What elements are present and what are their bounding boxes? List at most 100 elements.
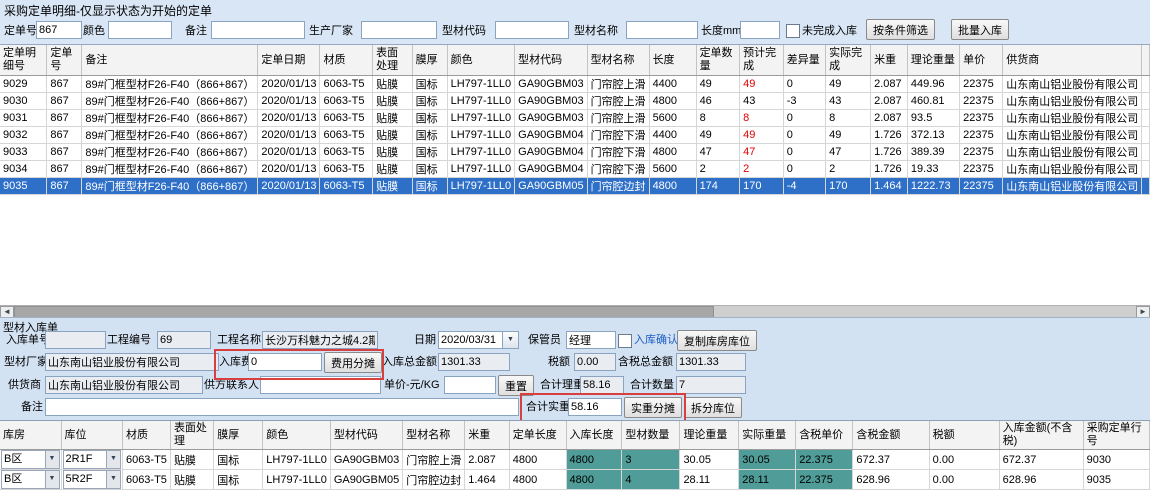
total-amount-input[interactable] <box>438 353 510 371</box>
column-header[interactable]: 入库长度 <box>566 421 622 450</box>
column-header[interactable]: 型材数量 <box>622 421 680 450</box>
fee-input[interactable] <box>248 353 322 371</box>
column-header[interactable]: 预计完成 <box>740 45 784 76</box>
actual-allocate-button[interactable]: 实重分摊 <box>624 397 682 418</box>
project-no-input[interactable] <box>157 331 211 349</box>
column-header[interactable]: 膜厚 <box>412 45 447 76</box>
total-theoretical-input[interactable] <box>580 376 624 394</box>
column-header[interactable]: 采购定单行号 <box>1083 421 1149 450</box>
tax-input[interactable] <box>574 353 616 371</box>
cell: 9030 <box>1083 450 1149 470</box>
column-header[interactable]: 含税单价 <box>796 421 853 450</box>
table-row[interactable]: B区▼5R2F▼6063-T5贴膜国标LH797-1LL0GA90GBM05门帘… <box>0 470 1150 490</box>
cell: 山东南山铝业股份有限公司 <box>1003 110 1142 127</box>
column-header[interactable]: 定单数量 <box>696 45 740 76</box>
table-row[interactable]: 903186789#门框型材F26-F40（866+867）2020/01/13… <box>0 110 1150 127</box>
project-name-input[interactable] <box>262 331 378 349</box>
length-input[interactable] <box>740 21 780 39</box>
date-picker-dropdown-icon[interactable]: ▼ <box>502 331 519 349</box>
column-header[interactable]: 实际完成 <box>826 45 871 76</box>
location-combo[interactable]: B区▼ <box>0 470 61 490</box>
column-header[interactable]: 税额 <box>929 421 999 450</box>
maker-input[interactable] <box>361 21 437 39</box>
chevron-down-icon[interactable]: ▼ <box>106 471 120 488</box>
unit-price-input[interactable] <box>444 376 496 394</box>
manufacturer-input[interactable] <box>45 353 219 371</box>
column-header[interactable]: 理论重量 <box>907 45 959 76</box>
cell: LH797-1LL0 <box>447 161 515 178</box>
column-header[interactable]: 材质 <box>122 421 170 450</box>
column-header[interactable]: 供货商 <box>1003 45 1142 76</box>
column-header[interactable]: 型材代码 <box>330 421 402 450</box>
column-header[interactable]: 颜色 <box>447 45 515 76</box>
confirm-checkbox[interactable] <box>618 334 632 348</box>
chevron-down-icon[interactable]: ▼ <box>106 451 120 468</box>
location-combo[interactable]: B区▼ <box>0 450 61 470</box>
location-combo[interactable]: 5R2F▼ <box>61 470 122 490</box>
column-header[interactable]: 型材代码 <box>515 45 587 76</box>
filter-button[interactable]: 按条件筛选 <box>866 19 935 40</box>
table-row[interactable]: 903486789#门框型材F26-F40（866+867）2020/01/13… <box>0 161 1150 178</box>
cell: 山东南山铝业股份有限公司 <box>1003 93 1142 110</box>
table-row[interactable]: 903286789#门框型材F26-F40（866+867）2020/01/13… <box>0 127 1150 144</box>
batch-inbound-button[interactable]: 批量入库 <box>951 19 1009 40</box>
column-header[interactable]: 表面处理 <box>373 45 413 76</box>
unfinished-checkbox[interactable] <box>786 24 800 38</box>
column-header[interactable]: 差异量 <box>783 45 825 76</box>
table-row[interactable]: 903086789#门框型材F26-F40（866+867）2020/01/13… <box>0 93 1150 110</box>
column-header[interactable]: 表面处理 <box>170 421 213 450</box>
reset-button[interactable]: 重置 <box>498 375 534 396</box>
table-row[interactable]: B区▼2R1F▼6063-T5贴膜国标LH797-1LL0GA90GBM03门帘… <box>0 450 1150 470</box>
column-header[interactable]: 材质 <box>320 45 373 76</box>
date-input[interactable] <box>438 331 504 349</box>
fee-allocate-button[interactable]: 费用分摊 <box>324 352 382 373</box>
remark-input[interactable] <box>211 21 305 39</box>
total-actual-input[interactable] <box>568 398 622 416</box>
keeper-input[interactable] <box>566 331 616 349</box>
total-with-tax-input[interactable] <box>676 353 746 371</box>
column-header[interactable]: 库房 <box>0 421 61 450</box>
column-header[interactable]: 型材名称 <box>403 421 465 450</box>
column-header[interactable]: 膜厚 <box>214 421 263 450</box>
color-input[interactable] <box>108 21 172 39</box>
chevron-down-icon[interactable]: ▼ <box>45 471 59 488</box>
column-header[interactable]: 长度 <box>649 45 696 76</box>
remark-form-input[interactable] <box>45 398 519 416</box>
supplier-input[interactable] <box>45 376 203 394</box>
cell: 89#门框型材F26-F40（866+867） <box>82 93 258 110</box>
column-header[interactable]: 库位 <box>61 421 122 450</box>
profile-name-input[interactable] <box>626 21 698 39</box>
supplier-contact-input[interactable] <box>260 376 381 394</box>
total-qty-input[interactable] <box>676 376 746 394</box>
cell: 贴膜 <box>373 178 413 195</box>
inbound-form-section: 型材入库单 入库单号 工程编号 工程名称 日期 ▼ 保管员 入库确认 复制库房库… <box>0 317 1150 492</box>
cell: 28.11 <box>680 470 739 490</box>
cell: 5600 <box>649 161 696 178</box>
table-row[interactable]: 903586789#门框型材F26-F40（866+867）2020/01/13… <box>0 178 1150 195</box>
table-row[interactable]: 903386789#门框型材F26-F40（866+867）2020/01/13… <box>0 144 1150 161</box>
copy-location-button[interactable]: 复制库房库位 <box>677 330 757 351</box>
column-header[interactable]: 定单长度 <box>509 421 566 450</box>
column-header[interactable]: 备注 <box>82 45 258 76</box>
cell: 3 <box>622 450 680 470</box>
column-header[interactable]: 定单号 <box>47 45 82 76</box>
column-header[interactable]: 定单明细号 <box>0 45 47 76</box>
column-header[interactable]: 颜色 <box>263 421 331 450</box>
column-header[interactable]: 实际重量 <box>739 421 796 450</box>
column-header[interactable]: 米重 <box>871 45 908 76</box>
column-header[interactable]: 型材名称 <box>587 45 649 76</box>
cell: 22375 <box>960 76 1003 93</box>
order-no-input[interactable] <box>36 21 82 39</box>
column-header[interactable]: 含税金额 <box>853 421 929 450</box>
column-header[interactable]: 单价 <box>960 45 1003 76</box>
column-header[interactable]: 入库金额(不含税) <box>999 421 1083 450</box>
column-header[interactable]: 米重 <box>465 421 510 450</box>
location-combo[interactable]: 2R1F▼ <box>61 450 122 470</box>
table-row[interactable]: 902986789#门框型材F26-F40（866+867）2020/01/13… <box>0 76 1150 93</box>
chevron-down-icon[interactable]: ▼ <box>45 451 59 468</box>
column-header[interactable]: 理论重量 <box>680 421 739 450</box>
column-header[interactable]: 定单日期 <box>258 45 320 76</box>
split-location-button[interactable]: 拆分库位 <box>684 397 742 418</box>
profile-code-input[interactable] <box>495 21 569 39</box>
receipt-no-input[interactable] <box>45 331 106 349</box>
